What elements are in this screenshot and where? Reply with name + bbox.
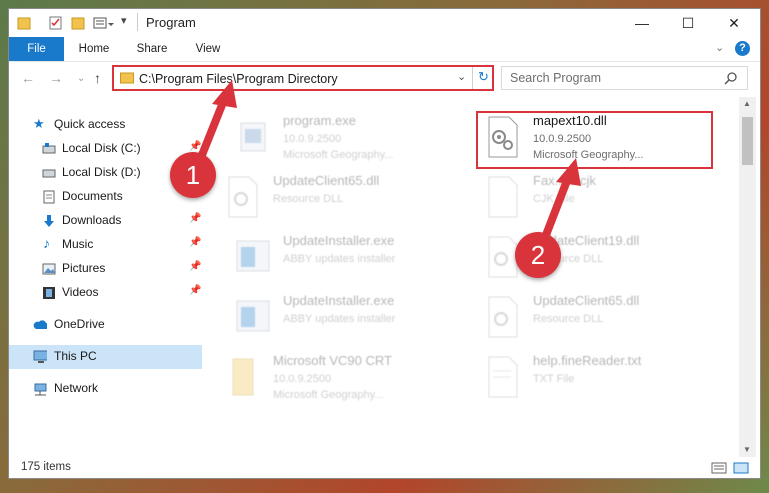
arrow-1	[194, 80, 237, 169]
callout-badge-2: 2	[515, 232, 561, 278]
callout-badge-1: 1	[170, 152, 216, 198]
annotation-arrows	[194, 80, 581, 252]
